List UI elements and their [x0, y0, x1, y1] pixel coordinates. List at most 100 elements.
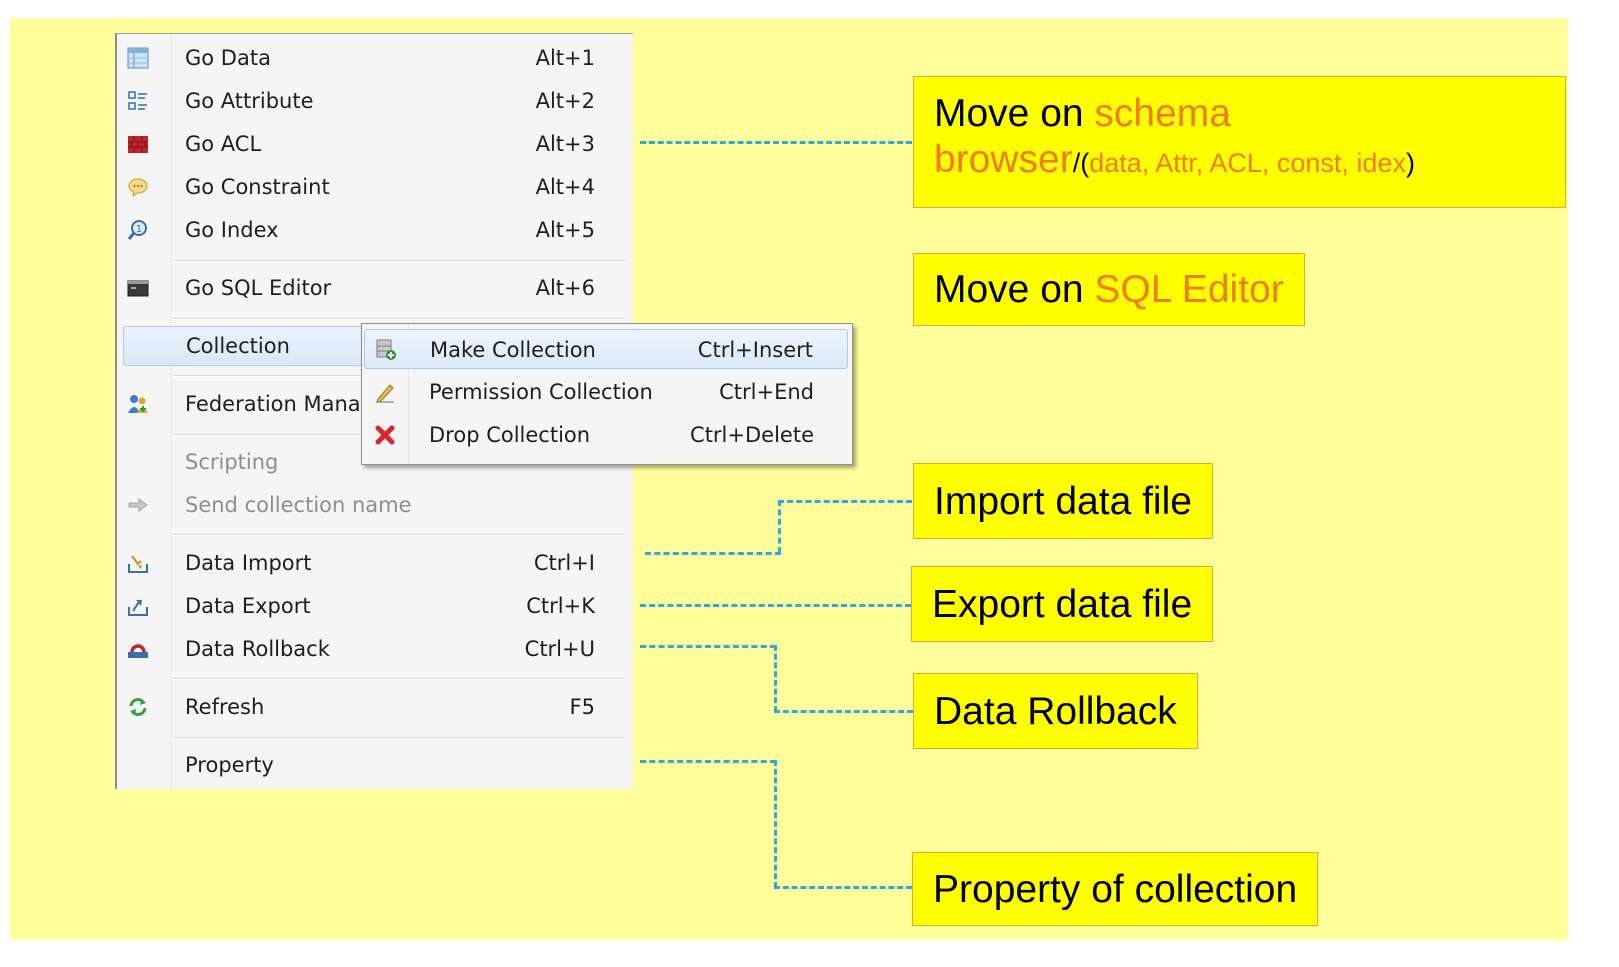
menu-item-shortcut: Alt+4 — [535, 175, 595, 199]
connector-property-b — [774, 760, 777, 888]
menu-item-go-index[interactable]: 1 Go Index Alt+5 — [117, 211, 633, 249]
submenu-item-permission-collection[interactable]: Permission Collection Ctrl+End — [364, 372, 848, 412]
menu-item-refresh[interactable]: Refresh F5 — [117, 688, 633, 726]
menu-item-go-attribute[interactable]: Go Attribute Alt+2 — [117, 82, 633, 120]
callout-text: Move on — [934, 92, 1095, 135]
menu-item-shortcut: Alt+3 — [535, 132, 595, 156]
menu-item-label: Federation Mana — [185, 392, 361, 416]
menu-item-go-acl[interactable]: Go ACL Alt+3 — [117, 125, 633, 163]
menu-item-label: Go Data — [185, 46, 271, 70]
connector-schema — [640, 141, 912, 144]
callout-text: Property of collection — [933, 868, 1298, 911]
speech-bubble-icon — [127, 176, 149, 198]
callout-export: Export data file — [911, 566, 1214, 642]
callout-highlight: , Attr, — [1141, 148, 1210, 178]
submenu-item-label: Drop Collection — [429, 423, 591, 447]
menu-item-label: Refresh — [185, 695, 265, 719]
callout-highlight: , — [1261, 148, 1277, 178]
collection-submenu: Make Collection Ctrl+Insert Permission C… — [361, 323, 853, 465]
menu-item-label: Data Export — [185, 594, 311, 618]
menu-item-shortcut: Ctrl+U — [524, 637, 595, 661]
database-add-icon — [375, 339, 397, 361]
callout-highlight: , — [1341, 148, 1357, 178]
import-icon — [127, 552, 149, 574]
menu-item-label: Data Rollback — [185, 637, 330, 661]
callout-highlight: const — [1276, 148, 1342, 178]
menu-separator — [173, 318, 625, 320]
menu-item-label: Go Constraint — [185, 175, 330, 199]
menu-item-shortcut: Ctrl+I — [533, 551, 595, 575]
connector-import-c — [778, 500, 912, 503]
svg-text:1: 1 — [136, 224, 142, 235]
magnifier-icon: 1 — [127, 219, 149, 241]
submenu-item-shortcut: Ctrl+Delete — [690, 423, 814, 447]
refresh-icon — [127, 696, 149, 718]
menu-separator — [173, 534, 625, 536]
callout-highlight: schema — [1094, 92, 1231, 135]
menu-item-label: Go Index — [185, 218, 279, 242]
menu-separator — [173, 678, 625, 680]
users-icon — [127, 393, 149, 415]
connector-rollback-a — [640, 645, 776, 648]
menu-item-go-sql-editor[interactable]: Go SQL Editor Alt+6 — [117, 269, 633, 307]
callout-highlight: ACL — [1209, 148, 1262, 178]
menu-item-shortcut: Alt+1 — [535, 46, 595, 70]
menu-item-send-collection-name[interactable]: Send collection name — [117, 486, 633, 524]
submenu-item-label: Permission Collection — [429, 380, 653, 404]
menu-item-label: Scripting — [185, 450, 279, 474]
menu-item-label: Property — [185, 753, 274, 777]
export-icon — [127, 595, 149, 617]
connector-rollback-b — [774, 645, 777, 712]
arrow-right-icon — [127, 494, 149, 516]
connector-property-a — [640, 760, 776, 763]
connector-rollback-c — [774, 710, 913, 713]
menu-item-label: Collection — [186, 334, 290, 358]
callout-sql-editor: Move on SQL Editor — [913, 253, 1305, 326]
menu-item-shortcut: F5 — [569, 695, 595, 719]
callout-rollback: Data Rollback — [913, 673, 1198, 749]
menu-item-shortcut: Ctrl+K — [526, 594, 595, 618]
submenu-item-shortcut: Ctrl+End — [719, 380, 814, 404]
submenu-item-drop-collection[interactable]: Drop Collection Ctrl+Delete — [364, 415, 848, 455]
terminal-icon — [127, 277, 149, 299]
connector-export — [640, 604, 911, 607]
menu-item-label: Data Import — [185, 551, 312, 575]
callout-property: Property of collection — [912, 852, 1319, 926]
callout-text: Export data file — [932, 583, 1193, 626]
callout-text: Data Rollback — [934, 690, 1177, 733]
brick-wall-icon — [127, 133, 149, 155]
menu-item-go-data[interactable]: Go Data Alt+1 — [117, 39, 633, 77]
submenu-item-make-collection[interactable]: Make Collection Ctrl+Insert — [364, 329, 848, 369]
submenu-item-label: Make Collection — [430, 338, 596, 362]
menu-item-label: Go Attribute — [185, 89, 314, 113]
menu-separator — [173, 737, 625, 739]
menu-item-shortcut: Alt+2 — [535, 89, 595, 113]
connector-property-c — [774, 886, 912, 889]
rollback-icon — [127, 638, 149, 660]
submenu-item-shortcut: Ctrl+Insert — [697, 338, 813, 362]
menu-item-label: Go SQL Editor — [185, 276, 332, 300]
connector-import-a — [645, 552, 781, 555]
callout-text: Import data file — [934, 480, 1192, 523]
table-icon — [127, 47, 149, 69]
menu-separator — [173, 260, 625, 262]
attribute-list-icon — [127, 90, 149, 112]
menu-item-shortcut: Alt+6 — [535, 276, 595, 300]
red-x-icon — [374, 424, 396, 446]
callout-text: /( — [1072, 148, 1090, 178]
callout-highlight: SQL Editor — [1094, 268, 1284, 311]
callout-text: ) — [1405, 148, 1415, 178]
callout-import: Import data file — [913, 463, 1213, 539]
menu-item-property[interactable]: Property — [117, 746, 633, 784]
menu-item-go-constraint[interactable]: Go Constraint Alt+4 — [117, 168, 633, 206]
menu-item-shortcut: Alt+5 — [535, 218, 595, 242]
menu-item-data-export[interactable]: Data Export Ctrl+K — [117, 587, 633, 625]
callout-highlight: browser — [934, 138, 1073, 181]
menu-item-label: Send collection name — [185, 493, 412, 517]
menu-item-data-import[interactable]: Data Import Ctrl+I — [117, 544, 633, 582]
callout-schema-browser: Move on schema browser/(data, Attr, ACL,… — [913, 76, 1566, 208]
callout-highlight: data — [1089, 148, 1142, 178]
menu-item-data-rollback[interactable]: Data Rollback Ctrl+U — [117, 630, 633, 668]
callout-text: Move on — [934, 268, 1095, 311]
callout-highlight: idex — [1356, 148, 1406, 178]
